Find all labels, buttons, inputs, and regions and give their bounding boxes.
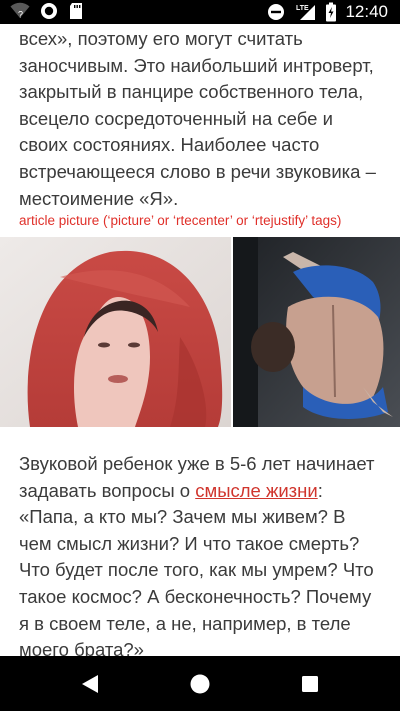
status-clock: 12:40 [345, 2, 388, 21]
recents-button[interactable] [296, 670, 324, 698]
circle-notification-icon [41, 3, 57, 19]
girl-red-hood-photo [0, 237, 231, 427]
paragraph-text: : «Папа, а кто мы? Зачем мы живем? В чем… [19, 479, 374, 656]
article-paragraph: Звуковой ребенок уже в 5-6 лет начинает … [19, 451, 381, 656]
back-button[interactable] [76, 670, 104, 698]
meaning-of-life-link[interactable]: смысле жизни [195, 480, 317, 501]
status-bar-right: LTE 12:40 [267, 0, 388, 24]
article-content[interactable]: всех», поэтому его могут считать заносчи… [0, 24, 400, 656]
navigation-bar [0, 656, 400, 711]
battery-charging-icon [326, 2, 337, 22]
back-icon [82, 675, 98, 693]
do-not-disturb-icon [268, 4, 285, 20]
svg-text:?: ? [18, 10, 23, 20]
status-bar: ? LTE 12:40 [0, 0, 400, 24]
article-paragraph: всех», поэтому его могут считать заносчи… [19, 28, 376, 209]
home-icon [190, 674, 210, 694]
sd-card-icon [70, 3, 82, 19]
network-type-label: LTE [296, 5, 309, 12]
boy-back-photo [233, 237, 400, 427]
article-picture [0, 237, 400, 427]
article-picture-caption: article picture (‘picture’ or ‘rtecenter… [19, 213, 342, 228]
cellular-signal-icon: LTE [296, 5, 316, 20]
home-button[interactable] [186, 670, 214, 698]
wifi-question-icon: ? [10, 2, 30, 20]
recents-icon [302, 676, 318, 692]
status-bar-left: ? [10, 2, 84, 20]
